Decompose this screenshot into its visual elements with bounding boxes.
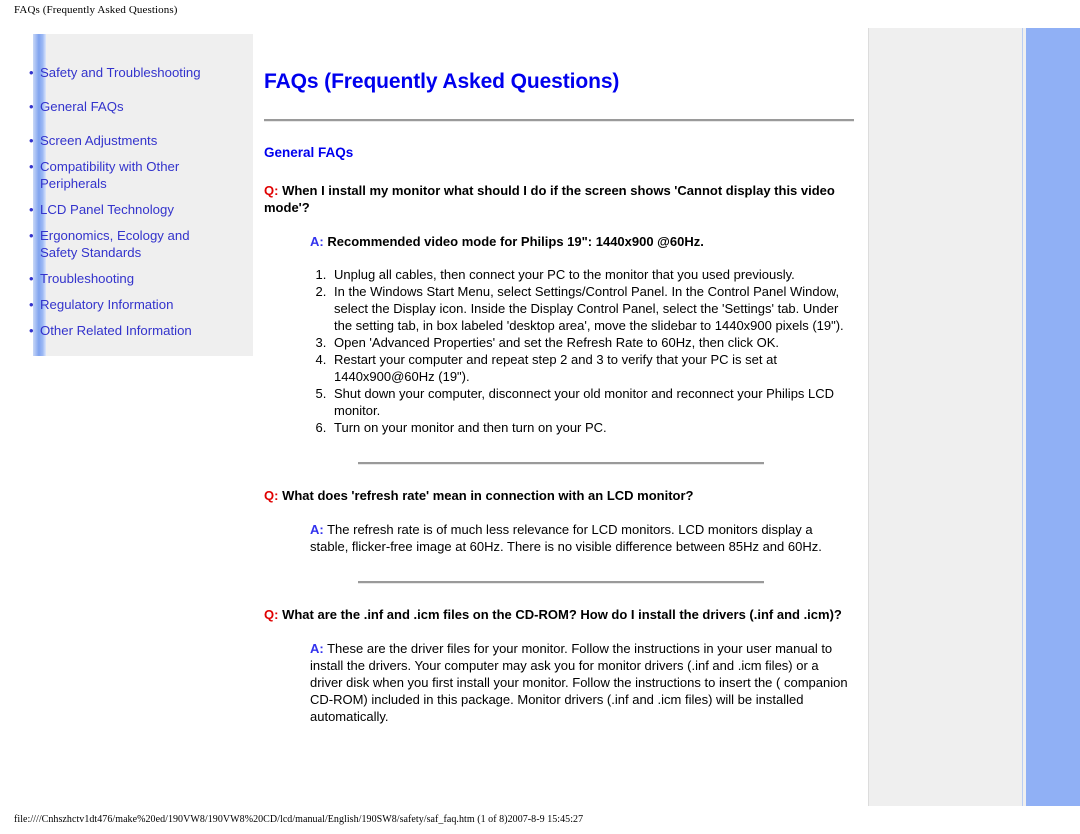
browser-print-footer: file:////Cnhszhctv1dt476/make%20ed/190VW…	[14, 814, 584, 825]
sidebar-item-label: Safety and Troubleshooting	[40, 65, 201, 80]
bullet-icon: •	[29, 297, 34, 312]
sidebar-item-label: Other Related Information	[40, 323, 192, 338]
sidebar-item-label: Ergonomics, Ecology and Safety Standards	[40, 228, 190, 260]
step-item: In the Windows Start Menu, select Settin…	[330, 283, 854, 334]
bullet-icon: •	[29, 271, 34, 286]
qa-divider	[358, 462, 764, 465]
main-content: FAQs (Frequently Asked Questions) Genera…	[264, 28, 854, 725]
browser-print-header: FAQs (Frequently Asked Questions)	[14, 4, 178, 16]
bullet-icon: •	[29, 99, 34, 114]
document-page: • Safety and Troubleshooting • General F…	[0, 28, 1080, 806]
sidebar-item-ergonomics-ecology-and-safety-standards[interactable]: • Ergonomics, Ecology and Safety Standar…	[29, 227, 225, 261]
right-decorative-panel	[868, 28, 1041, 806]
question-text: Q: What does 'refresh rate' mean in conn…	[264, 487, 854, 504]
sidebar-item-label: Screen Adjustments	[40, 133, 158, 148]
question-body: When I install my monitor what should I …	[264, 183, 835, 215]
bullet-icon: •	[29, 202, 34, 217]
step-item: Turn on your monitor and then turn on yo…	[330, 419, 854, 436]
sidebar-item-label: Regulatory Information	[40, 297, 174, 312]
step-item: Unplug all cables, then connect your PC …	[330, 266, 854, 283]
bullet-icon: •	[29, 159, 34, 174]
qa-block: Q: What are the .inf and .icm files on t…	[264, 606, 854, 725]
sidebar-item-lcd-panel-technology[interactable]: • LCD Panel Technology	[29, 201, 225, 218]
step-item: Open 'Advanced Properties' and set the R…	[330, 334, 854, 351]
sidebar-navigation: • Safety and Troubleshooting • General F…	[29, 64, 225, 348]
sidebar-item-label: Compatibility with Other Peripherals	[40, 159, 180, 191]
step-item: Restart your computer and repeat step 2 …	[330, 351, 854, 385]
right-blue-accent-bar	[1026, 28, 1080, 806]
answer-body: The refresh rate is of much less relevan…	[310, 522, 822, 554]
bullet-icon: •	[29, 323, 34, 338]
answer-body: Recommended video mode for Philips 19": …	[327, 234, 704, 249]
section-title-general-faqs: General FAQs	[264, 145, 354, 160]
qa-block: Q: When I install my monitor what should…	[264, 182, 854, 436]
instruction-steps: Unplug all cables, then connect your PC …	[264, 266, 854, 436]
bullet-icon: •	[29, 133, 34, 148]
question-body: What does 'refresh rate' mean in connect…	[282, 488, 694, 503]
qa-block: Q: What does 'refresh rate' mean in conn…	[264, 487, 854, 555]
question-marker: Q:	[264, 488, 279, 503]
sidebar-item-regulatory-information[interactable]: • Regulatory Information	[29, 296, 225, 313]
sidebar-item-other-related-information[interactable]: • Other Related Information	[29, 322, 225, 339]
sidebar-item-safety-and-troubleshooting[interactable]: • Safety and Troubleshooting	[29, 64, 225, 81]
question-marker: Q:	[264, 607, 279, 622]
answer-marker: A:	[310, 522, 324, 537]
bullet-icon: •	[29, 228, 34, 243]
sidebar-item-label: Troubleshooting	[40, 271, 135, 286]
answer-body: These are the driver files for your moni…	[310, 641, 848, 724]
question-body: What are the .inf and .icm files on the …	[282, 607, 842, 622]
question-text: Q: When I install my monitor what should…	[264, 182, 854, 216]
qa-divider	[358, 581, 764, 584]
page-title: FAQs (Frequently Asked Questions)	[264, 70, 620, 93]
title-divider	[264, 119, 854, 122]
answer-text: A: The refresh rate is of much less rele…	[310, 521, 854, 555]
answer-marker: A:	[310, 234, 324, 249]
sidebar-item-screen-adjustments[interactable]: • Screen Adjustments	[29, 132, 225, 149]
right-panel-divider	[1022, 28, 1023, 806]
step-item: Shut down your computer, disconnect your…	[330, 385, 854, 419]
sidebar-item-troubleshooting[interactable]: • Troubleshooting	[29, 270, 225, 287]
question-text: Q: What are the .inf and .icm files on t…	[264, 606, 854, 623]
sidebar-item-compatibility-with-other-peripherals[interactable]: • Compatibility with Other Peripherals	[29, 158, 225, 192]
bullet-icon: •	[29, 65, 34, 80]
answer-marker: A:	[310, 641, 324, 656]
sidebar-item-general-faqs[interactable]: • General FAQs	[29, 98, 225, 115]
question-marker: Q:	[264, 183, 279, 198]
sidebar-item-label: General FAQs	[40, 99, 124, 114]
answer-text: A: Recommended video mode for Philips 19…	[310, 233, 854, 250]
answer-text: A: These are the driver files for your m…	[310, 640, 854, 725]
sidebar-item-label: LCD Panel Technology	[40, 202, 174, 217]
